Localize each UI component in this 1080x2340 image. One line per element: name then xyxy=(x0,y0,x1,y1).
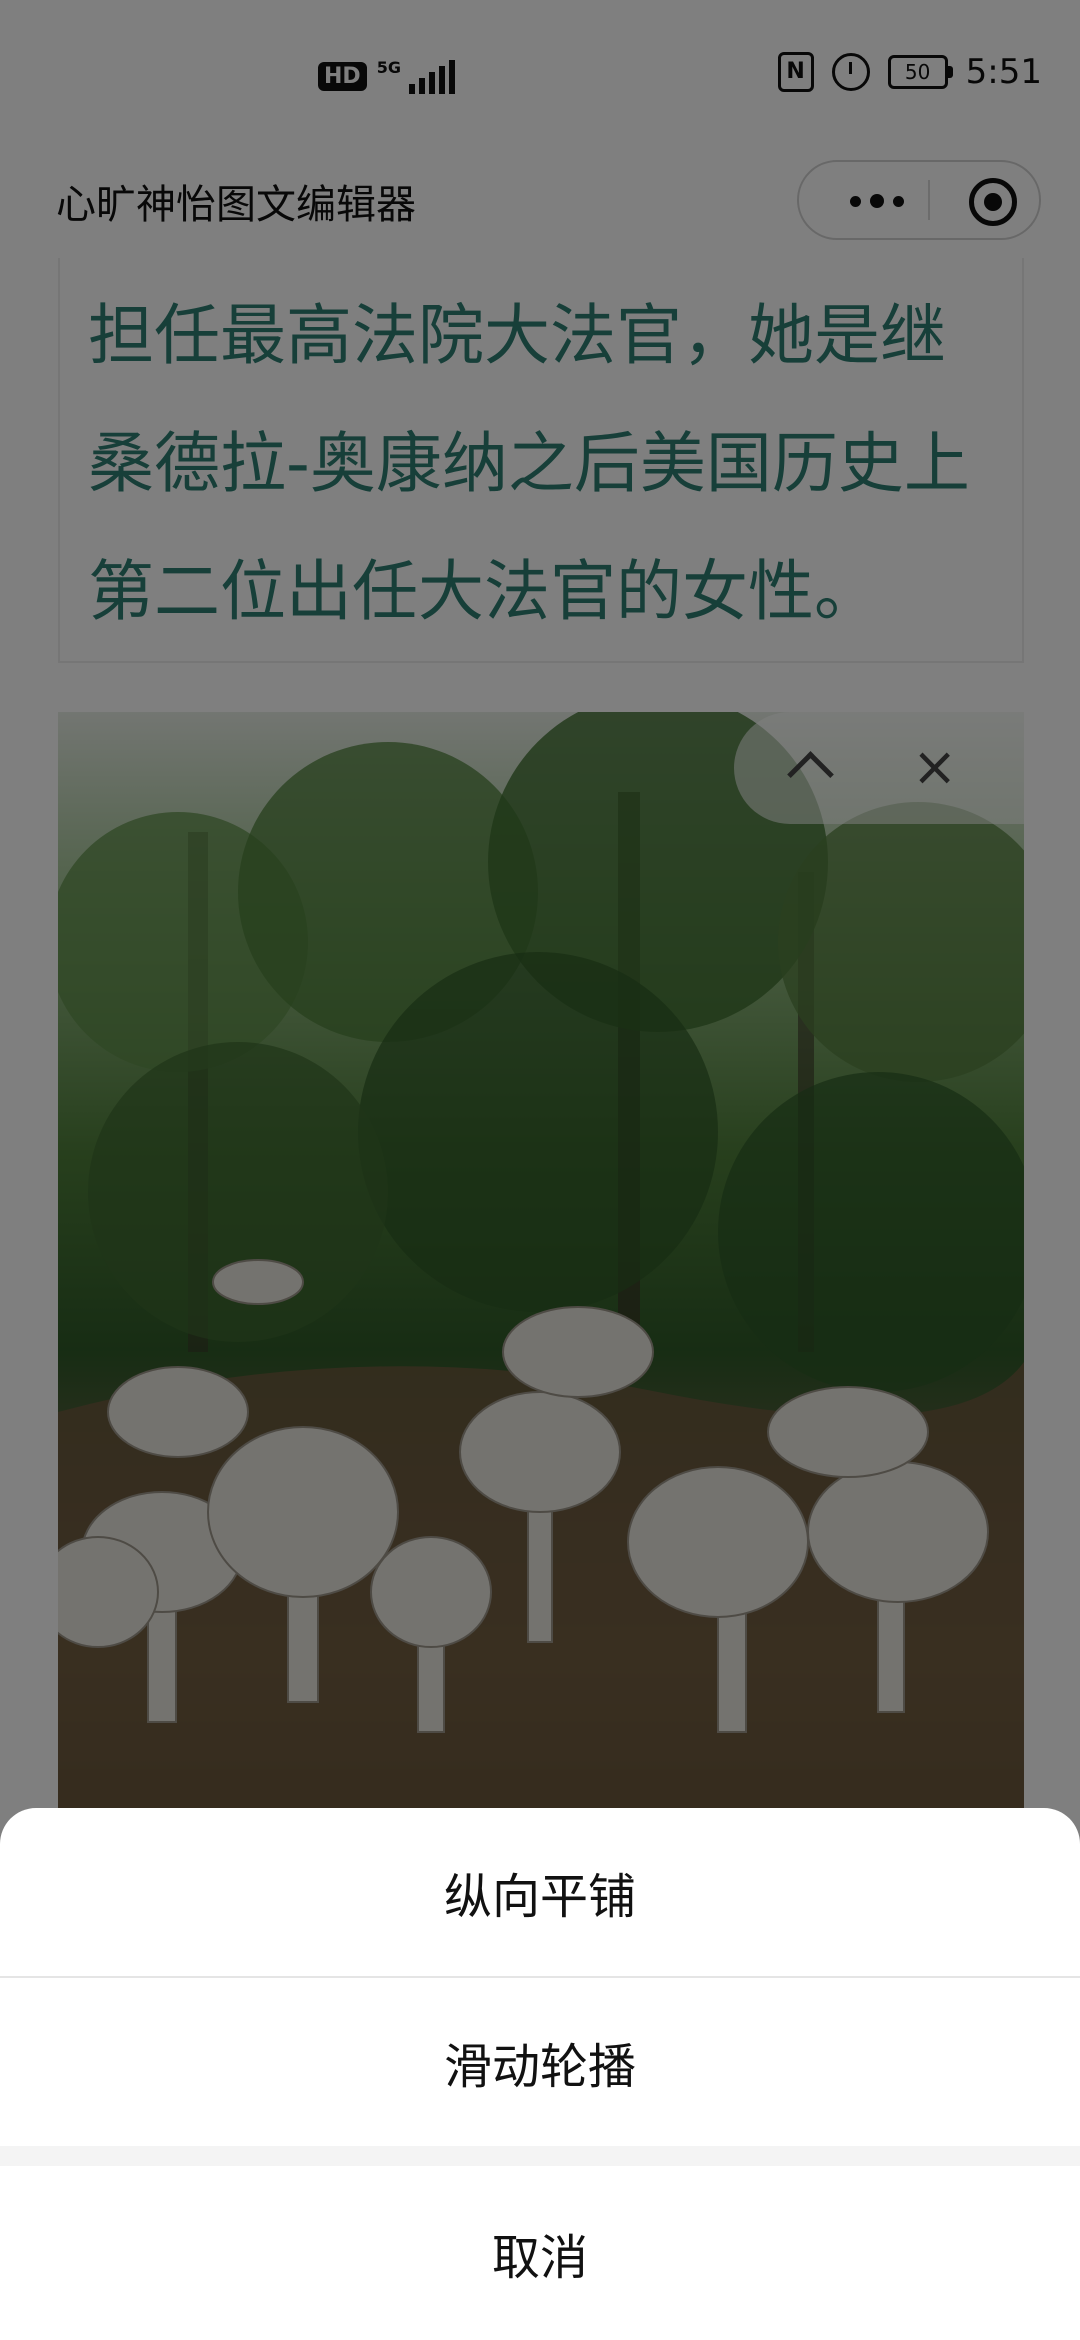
action-sheet: 纵向平铺 滑动轮播 取消 xyxy=(0,1808,1080,2340)
sheet-gap xyxy=(0,2146,1080,2166)
option-swipe-carousel[interactable]: 滑动轮播 xyxy=(0,1978,1080,2146)
option-vertical-tile[interactable]: 纵向平铺 xyxy=(0,1808,1080,1976)
editor-page: HD 5G N 50 5:51 心旷神怡图文编辑器 担任最高法院大法官，她是继 … xyxy=(0,0,1080,2340)
cancel-button[interactable]: 取消 xyxy=(0,2166,1080,2340)
